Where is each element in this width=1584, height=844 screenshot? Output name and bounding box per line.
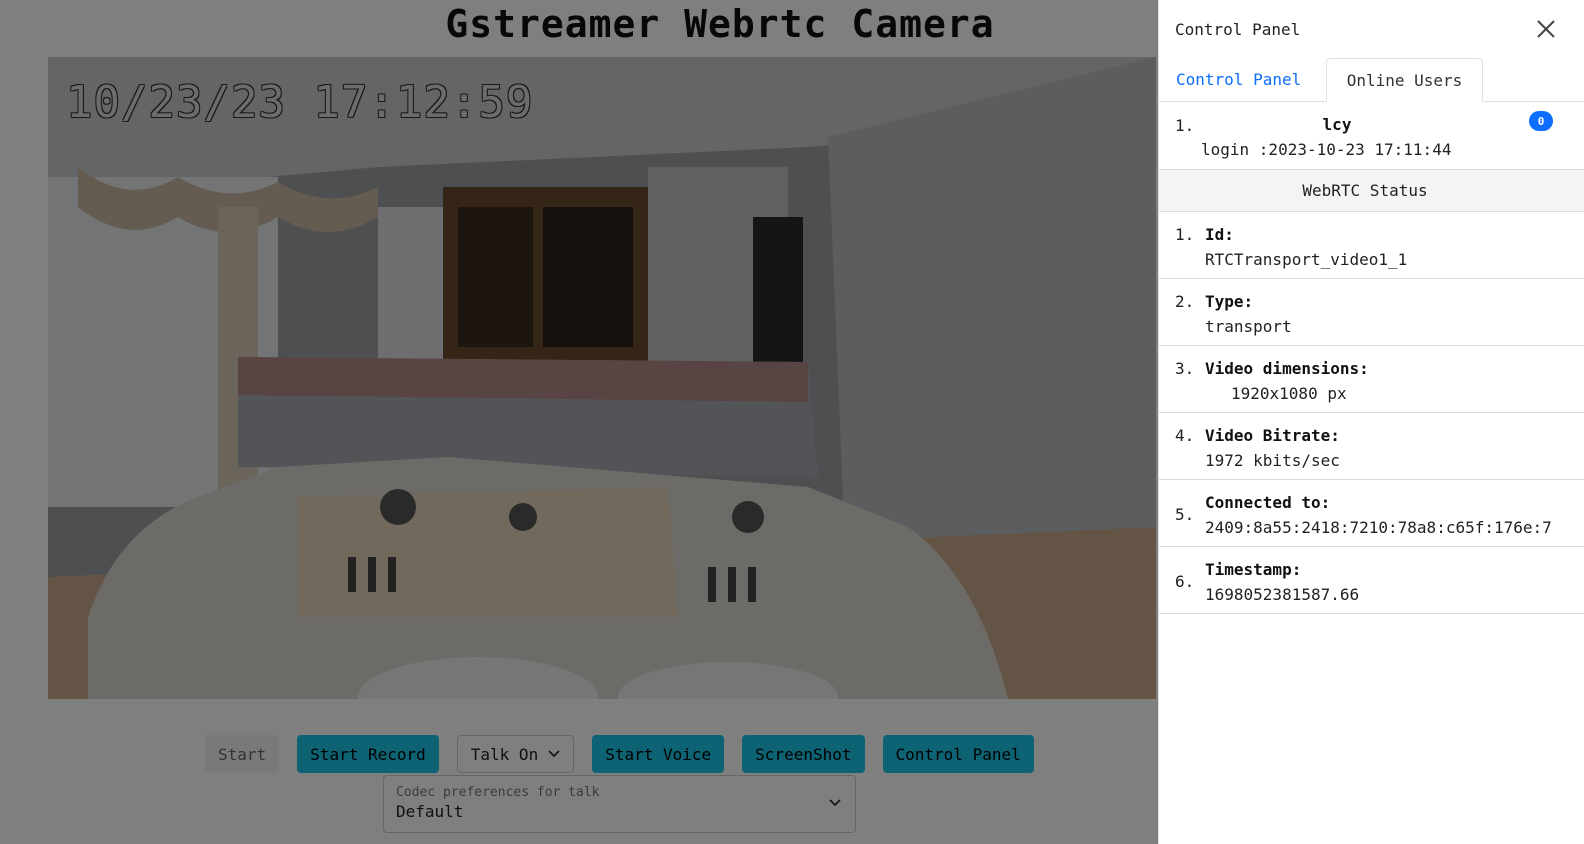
control-panel-drawer: Control Panel Control Panel Online Users… bbox=[1158, 0, 1584, 844]
stat-value: 2409:8a55:2418:7210:78a8:c65f:176e:7 bbox=[1205, 518, 1552, 537]
stat-value: transport bbox=[1205, 317, 1292, 336]
stat-index: 3. bbox=[1175, 359, 1195, 378]
stat-index: 4. bbox=[1175, 426, 1195, 445]
webrtc-status-header: WebRTC Status bbox=[1159, 169, 1584, 212]
stat-key: Connected to: bbox=[1205, 493, 1331, 512]
stat-item-timestamp: 6. Timestamp: 1698052381587.66 bbox=[1159, 547, 1584, 614]
stat-key: Video dimensions: bbox=[1205, 359, 1369, 378]
stat-key: Video Bitrate: bbox=[1205, 426, 1340, 445]
stat-index: 5. bbox=[1175, 505, 1195, 524]
panel-tabs: Control Panel Online Users bbox=[1159, 58, 1584, 102]
user-login-time: login :2023-10-23 17:11:44 bbox=[1201, 140, 1452, 159]
tab-control-panel[interactable]: Control Panel bbox=[1159, 58, 1318, 101]
webrtc-status-list: 1. Id: RTCTransport_video1_1 2. Type: tr… bbox=[1159, 212, 1584, 614]
user-badge: 0 bbox=[1529, 111, 1553, 131]
stat-value: 1972 kbits/sec bbox=[1205, 451, 1340, 470]
user-name: lcy bbox=[1322, 115, 1352, 134]
close-button[interactable] bbox=[1533, 16, 1559, 42]
close-icon bbox=[1537, 20, 1555, 38]
stat-index: 2. bbox=[1175, 292, 1195, 311]
stat-value: RTCTransport_video1_1 bbox=[1205, 250, 1408, 269]
stat-item-type: 2. Type: transport bbox=[1159, 279, 1584, 346]
stat-item-connected-to: 5. Connected to: 2409:8a55:2418:7210:78a… bbox=[1159, 480, 1584, 547]
online-user-item: 1. lcy login :2023-10-23 17:11:44 bbox=[1159, 102, 1584, 168]
stat-value: 1698052381587.66 bbox=[1205, 585, 1360, 604]
stat-value: 1920x1080 px bbox=[1231, 384, 1347, 403]
modal-backdrop[interactable] bbox=[0, 0, 1158, 844]
stat-index: 6. bbox=[1175, 572, 1195, 591]
stat-item-video-dimensions: 3. Video dimensions: 1920x1080 px bbox=[1159, 346, 1584, 413]
stat-item-id: 1. Id: RTCTransport_video1_1 bbox=[1159, 212, 1584, 279]
stat-key: Id: bbox=[1205, 225, 1234, 244]
stat-key: Timestamp: bbox=[1205, 560, 1302, 579]
panel-title: Control Panel bbox=[1175, 20, 1301, 39]
stat-item-video-bitrate: 4. Video Bitrate: 1972 kbits/sec bbox=[1159, 413, 1584, 480]
tab-online-users[interactable]: Online Users bbox=[1326, 58, 1483, 102]
stat-key: Type: bbox=[1205, 292, 1254, 311]
stat-index: 1. bbox=[1175, 225, 1195, 244]
